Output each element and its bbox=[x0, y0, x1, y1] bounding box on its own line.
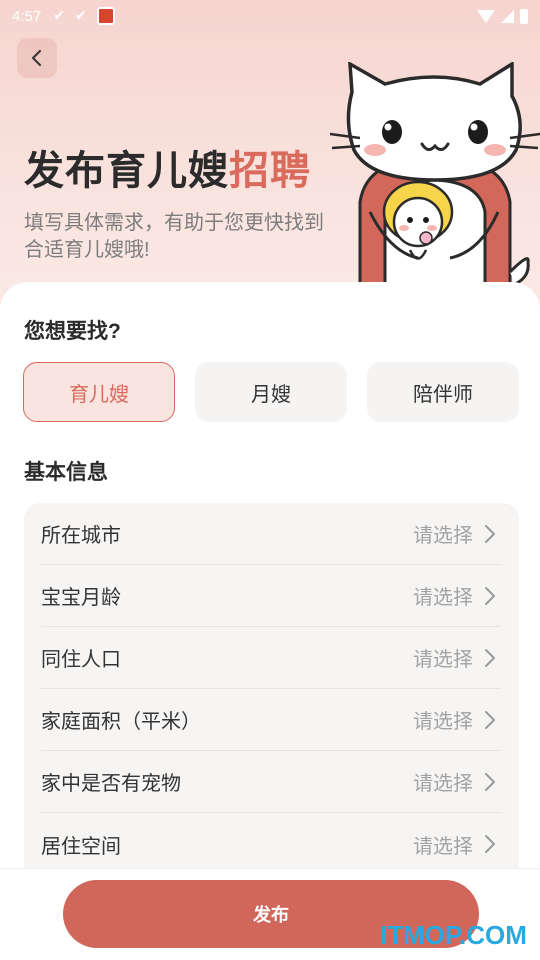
form-row-city[interactable]: 所在城市 请选择 bbox=[41, 503, 501, 565]
looking-for-title: 您想要找? bbox=[24, 320, 121, 343]
row-value: 请选择 bbox=[413, 587, 473, 609]
page-title-accent: 招聘 bbox=[229, 149, 311, 193]
option-maternity-nurse[interactable]: 月嫂 bbox=[195, 362, 347, 422]
form-row-household[interactable]: 同住人口 请选择 bbox=[41, 627, 501, 689]
chevron-right-icon bbox=[479, 833, 501, 855]
option-companion[interactable]: 陪伴师 bbox=[367, 362, 519, 422]
chevron-right-icon bbox=[479, 585, 501, 607]
chevron-right-icon bbox=[479, 771, 501, 793]
cat-mascot bbox=[330, 62, 540, 288]
row-value: 请选择 bbox=[413, 525, 473, 547]
row-value: 请选择 bbox=[413, 773, 473, 795]
option-label: 陪伴师 bbox=[413, 383, 473, 406]
check-icon: ✔ bbox=[53, 8, 65, 24]
page-subtitle: 填写具体需求，有助于您更快找到合适育儿嫂哦! bbox=[24, 212, 324, 261]
row-label: 宝宝月龄 bbox=[41, 587, 121, 609]
form-row-living-space[interactable]: 居住空间 请选择 bbox=[41, 813, 501, 875]
row-label: 家中是否有宠物 bbox=[41, 773, 181, 795]
form-row-pets[interactable]: 家中是否有宠物 请选择 bbox=[41, 751, 501, 813]
battery-icon bbox=[520, 8, 528, 24]
status-time: 4:57 bbox=[12, 7, 42, 25]
form-row-baby-age[interactable]: 宝宝月龄 请选择 bbox=[41, 565, 501, 627]
check-icon: ✔ bbox=[74, 8, 87, 24]
chevron-right-icon bbox=[479, 523, 501, 545]
chevron-right-icon bbox=[479, 647, 501, 669]
back-button[interactable] bbox=[17, 38, 57, 78]
row-value: 请选择 bbox=[413, 649, 473, 671]
row-label: 家庭面积（平米） bbox=[41, 711, 201, 733]
row-value: 请选择 bbox=[413, 711, 473, 733]
basic-info-list: 所在城市 请选择 宝宝月龄 请选择 同住人口 请选择 家庭面积（平米） 请选择 … bbox=[24, 503, 519, 883]
wifi-icon bbox=[477, 9, 495, 23]
page-title: 发布育儿嫂招聘 bbox=[24, 138, 311, 196]
page-title-main: 发布育儿嫂 bbox=[24, 149, 229, 193]
basic-info-title: 基本信息 bbox=[24, 461, 108, 484]
option-label: 育儿嫂 bbox=[69, 383, 129, 406]
chevron-left-icon bbox=[31, 49, 42, 67]
status-bar: 4:57 ✔ ✔ bbox=[0, 0, 540, 32]
chevron-right-icon bbox=[479, 709, 501, 731]
signal-icon bbox=[501, 9, 514, 23]
row-label: 居住空间 bbox=[41, 835, 121, 858]
row-value: 请选择 bbox=[413, 835, 473, 858]
watermark-logo: ITMOP.COM bbox=[380, 920, 527, 950]
option-nanny[interactable]: 育儿嫂 bbox=[23, 362, 175, 422]
app-icon bbox=[96, 7, 115, 25]
row-label: 所在城市 bbox=[41, 525, 121, 547]
option-label: 月嫂 bbox=[251, 383, 291, 406]
form-row-home-area[interactable]: 家庭面积（平米） 请选择 bbox=[41, 689, 501, 751]
row-label: 同住人口 bbox=[41, 649, 121, 671]
